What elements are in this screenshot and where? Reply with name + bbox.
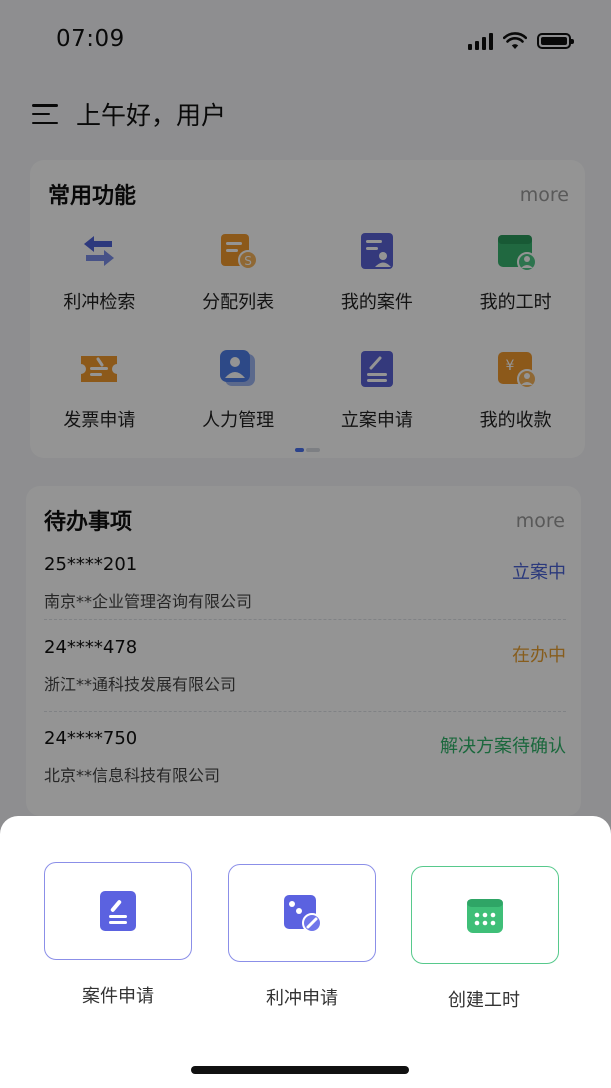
status-bar: 07:09: [0, 0, 611, 80]
todo-case-code: 24****750: [44, 728, 138, 749]
func-label: 我的案件: [340, 292, 413, 313]
func-case-filing[interactable]: 立案申请: [308, 344, 447, 442]
status-time: 07:09: [56, 26, 125, 52]
function-grid: 利冲检索 S 分配列表 我的案件 我的工时 发票申请 人力管理 立案申请 ¥ 我…: [30, 226, 585, 442]
todo-case-code: 25****201: [44, 554, 138, 575]
func-invoice-apply[interactable]: 发票申请: [30, 344, 169, 442]
todo-status: 在办中: [512, 645, 566, 666]
todo-case-code: 24****478: [44, 637, 138, 658]
work-hours-icon: [497, 235, 537, 272]
common-functions-title: 常用功能: [48, 184, 137, 209]
page-dot-inactive: [306, 448, 320, 452]
create-hours-label: 创建工时: [448, 990, 520, 1011]
func-my-hours[interactable]: 我的工时: [446, 226, 585, 324]
todo-company: 北京**信息科技有限公司: [44, 766, 221, 785]
case-apply-label: 案件申请: [82, 986, 154, 1007]
func-conflict-search[interactable]: 利冲检索: [30, 226, 169, 324]
calendar-icon: [467, 899, 503, 933]
todo-company: 南京**企业管理咨询有限公司: [44, 592, 253, 611]
func-label: 利冲检索: [63, 292, 136, 313]
conflict-apply-button[interactable]: [228, 864, 376, 962]
func-my-payments[interactable]: ¥ 我的收款: [446, 344, 585, 442]
func-label: 发票申请: [63, 410, 136, 431]
todo-status: 立案中: [512, 562, 566, 583]
divider: [44, 711, 566, 712]
header: 上午好，用户: [32, 92, 226, 136]
greeting-title: 上午好，用户: [76, 101, 227, 130]
func-label: 立案申请: [340, 410, 413, 431]
common-functions-more-link[interactable]: more: [520, 184, 569, 206]
case-apply-button[interactable]: [44, 862, 192, 960]
case-filing-icon: [360, 351, 393, 387]
cellular-signal-icon: [468, 32, 493, 50]
my-cases-icon: [360, 233, 393, 269]
page-indicator: [295, 448, 320, 452]
quick-action-sheet: 案件申请 利冲申请 创建工时: [0, 816, 611, 1088]
todo-item[interactable]: 25****201 南京**企业管理咨询有限公司 立案中: [44, 554, 566, 642]
todo-item[interactable]: 24****750 北京**信息科技有限公司 解决方案待确认: [44, 728, 566, 816]
func-label: 分配列表: [202, 292, 275, 313]
func-allocation-list[interactable]: S 分配列表: [169, 226, 308, 324]
common-functions-card: 常用功能 more 利冲检索 S 分配列表 我的案件 我的工时 发票申请 人力管…: [30, 160, 585, 458]
wifi-icon: [503, 32, 527, 49]
todo-title: 待办事项: [44, 510, 133, 535]
func-label: 我的工时: [479, 292, 552, 313]
people-icon: [220, 350, 256, 386]
status-icons: [468, 32, 574, 50]
battery-icon: [537, 33, 574, 49]
func-hr-management[interactable]: 人力管理: [169, 344, 308, 442]
allocation-list-icon: S: [221, 234, 259, 270]
todo-status: 解决方案待确认: [440, 736, 566, 757]
todo-more-link[interactable]: more: [516, 510, 565, 532]
page-dot-active: [295, 448, 304, 452]
todo-card: 待办事项 more 25****201 南京**企业管理咨询有限公司 立案中 2…: [26, 486, 581, 816]
create-hours-button[interactable]: [411, 866, 559, 964]
svg-text:S: S: [244, 254, 252, 268]
invoice-ticket-icon: [81, 356, 118, 382]
swap-arrows-icon: [84, 236, 115, 266]
case-apply-icon: [100, 891, 136, 931]
menu-icon[interactable]: [32, 104, 58, 124]
home-indicator[interactable]: [191, 1066, 409, 1074]
conflict-apply-icon: [284, 895, 322, 933]
svg-text:¥: ¥: [505, 358, 514, 374]
func-label: 人力管理: [202, 410, 275, 431]
func-label: 我的收款: [479, 410, 552, 431]
divider: [44, 619, 566, 620]
todo-company: 浙江**通科技发展有限公司: [44, 675, 237, 694]
payment-yen-icon: ¥: [497, 352, 537, 389]
conflict-apply-label: 利冲申请: [266, 988, 338, 1009]
func-my-cases[interactable]: 我的案件: [308, 226, 447, 324]
